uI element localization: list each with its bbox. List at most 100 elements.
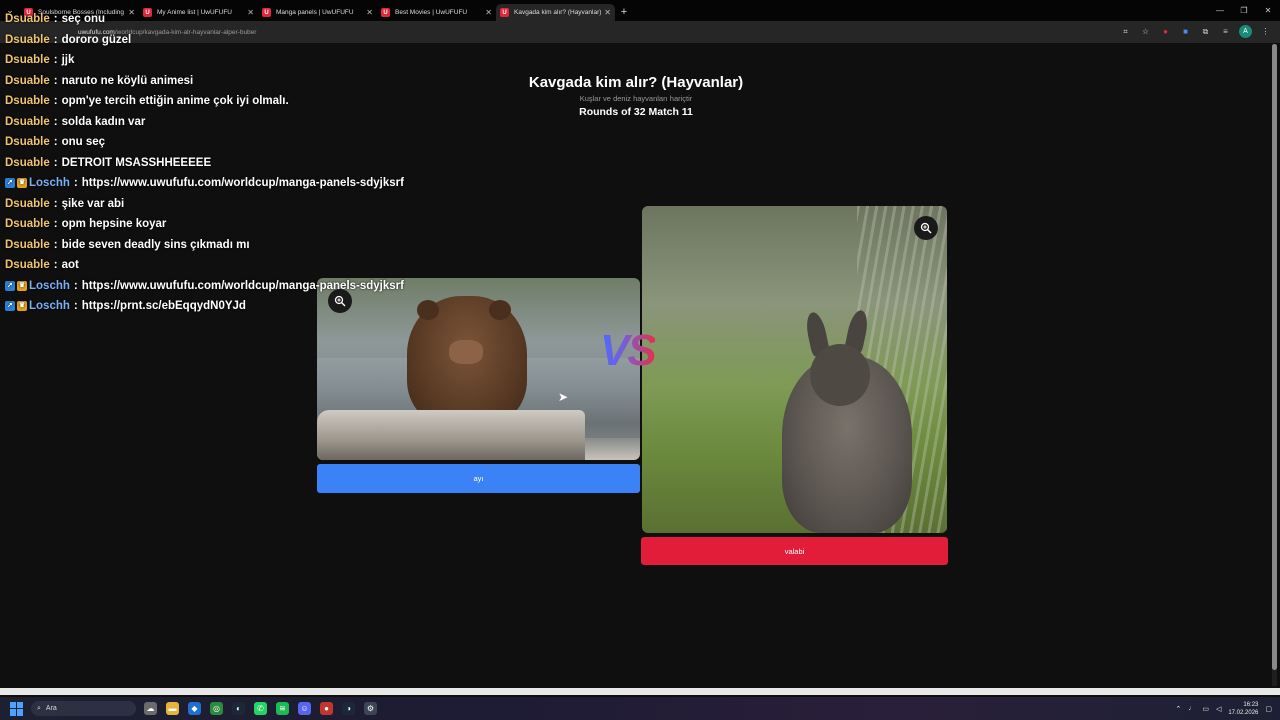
left-choice-button[interactable]: ayı — [317, 464, 640, 493]
page-subtitle: Kuşlar ve deniz hayvanları hariçtir — [579, 94, 693, 103]
spotify-icon[interactable]: ≋ — [276, 702, 289, 715]
widgets-icon[interactable]: ☁ — [144, 702, 157, 715]
media-icon[interactable]: ≡ — [1219, 25, 1232, 38]
taskbar: ⌕ Ara ☁ ▬ ◆ ◎ ◐ ✆ ≋ ☺ ● ◑ ⚙ ⌃ ♩ ▭ ◁ 16:2… — [0, 697, 1280, 720]
bear-ear — [417, 300, 439, 320]
bear-ear — [489, 300, 511, 320]
zoom-in-icon[interactable] — [914, 216, 938, 240]
round-indicator: Rounds of 32 Match 11 — [579, 106, 693, 118]
chat-message: Dsuable: jjk — [5, 50, 405, 71]
search-icon: ⌕ — [37, 704, 41, 712]
menu-kebab-icon[interactable]: ⋮ — [1259, 25, 1272, 38]
chat-author: Dsuable — [5, 156, 50, 169]
chat-text: https://www.uwufufu.com/worldcup/manga-p… — [81, 279, 404, 292]
store-icon[interactable]: ◆ — [188, 702, 201, 715]
tab-title: Kavgada kim alır? (Hayvanlar) | — [514, 9, 602, 16]
chat-message: Dsuable: naruto ne köylü animesi — [5, 71, 405, 92]
bookmark-star-icon[interactable]: ☆ — [1139, 25, 1152, 38]
extensions-puzzle-icon[interactable]: ⧉ — [1199, 25, 1212, 38]
chat-separator: : — [53, 197, 58, 210]
chat-text: bide seven deadly sins çıkmadı mı — [61, 238, 250, 251]
whatsapp-icon[interactable]: ✆ — [254, 702, 267, 715]
prime-badge-icon: ➚ — [5, 178, 15, 189]
horizontal-scrollbar[interactable] — [0, 688, 1280, 695]
chat-separator: : — [53, 13, 58, 26]
taskbar-search[interactable]: ⌕ Ara — [31, 701, 136, 716]
scrollbar-thumb[interactable] — [1272, 44, 1277, 670]
windows-start-icon[interactable] — [10, 701, 24, 716]
tab-close-icon[interactable]: ✕ — [485, 8, 492, 17]
tab-close-icon[interactable]: ✕ — [604, 8, 611, 17]
microphone-icon[interactable]: ♩ — [1188, 705, 1195, 712]
minimize-icon[interactable]: — — [1208, 0, 1232, 21]
bear-snout — [449, 340, 483, 364]
browser-tab[interactable]: U Kavgada kim alır? (Hayvanlar) | ✕ — [496, 4, 615, 21]
extension-icon[interactable]: ■ — [1179, 25, 1192, 38]
chat-message: Dsuable: DETROIT MSASSHHEEEEE — [5, 153, 405, 174]
tab-title: Best Movies | UwUFUFU — [395, 9, 468, 16]
chat-separator: : — [53, 74, 58, 87]
chat-author: Loschh — [29, 279, 70, 292]
chat-separator: : — [53, 95, 58, 108]
close-icon[interactable]: ✕ — [1256, 0, 1280, 21]
chat-separator: : — [53, 156, 58, 169]
clock-time: 16:23 — [1243, 701, 1259, 708]
chat-separator: : — [53, 259, 58, 272]
clock[interactable]: 16:23 17.02.2026 — [1228, 701, 1258, 717]
new-tab-button[interactable]: + — [615, 6, 633, 18]
chevron-up-icon[interactable]: ⌃ — [1175, 705, 1181, 713]
chat-author: Dsuable — [5, 13, 50, 26]
translate-icon[interactable]: ⌗ — [1119, 25, 1132, 38]
clock-date: 17.02.2026 — [1228, 709, 1259, 716]
chat-message: Dsuable: şike var abi — [5, 194, 405, 215]
subscriber-badge-icon: ♛ — [17, 301, 27, 312]
chat-text: şike var abi — [61, 197, 125, 210]
page-title: Kavgada kim alır? (Hayvanlar) — [528, 74, 744, 91]
chat-overlay: Dsuable: seç onu Dsuable: dororo güzel Dsuab… — [5, 9, 405, 317]
chat-message: Dsuable: opm'ye tercih ettiğin anime çok … — [5, 91, 405, 112]
chat-message: Dsuable: aot — [5, 255, 405, 276]
steam-icon[interactable]: ◐ — [232, 702, 245, 715]
chat-text: DETROIT MSASSHHEEEEE — [61, 156, 212, 169]
right-choice-image[interactable] — [642, 206, 947, 533]
chrome-icon[interactable]: ◎ — [210, 702, 223, 715]
chat-message: Dsuable: onu seç — [5, 132, 405, 153]
discord-icon[interactable]: ☺ — [298, 702, 311, 715]
chat-author: Loschh — [29, 300, 70, 313]
chat-author: Dsuable — [5, 259, 50, 272]
window-controls: — ❐ ✕ — [1208, 0, 1280, 21]
mouse-cursor-icon: ➤ — [558, 390, 569, 404]
chat-text: opm'ye tercih ettiğin anime çok iyi olma… — [61, 95, 289, 108]
obs-icon[interactable]: ● — [320, 702, 333, 715]
chat-message: ➚ ♛ Loschh: https://www.uwufufu.com/worldcu… — [5, 173, 405, 194]
chat-separator: : — [53, 33, 58, 46]
chat-separator: : — [73, 177, 78, 190]
chat-separator: : — [53, 136, 58, 149]
prime-badge-icon: ➚ — [5, 280, 15, 291]
chat-author: Dsuable — [5, 197, 50, 210]
browser-toolbar: ⌗ ☆ ● ■ ⧉ ≡ A ⋮ — [1119, 25, 1272, 38]
chat-message: ➚ ♛ Loschh: https://www.uwufufu.com/worldcu… — [5, 276, 405, 297]
right-choice-button[interactable]: valabi — [641, 537, 948, 565]
network-icon[interactable]: ▭ — [1202, 705, 1209, 713]
volume-icon[interactable]: ◁ — [1216, 705, 1221, 713]
notification-icon[interactable]: ▢ — [1265, 705, 1272, 713]
maximize-icon[interactable]: ❐ — [1232, 0, 1256, 21]
profile-avatar-icon[interactable]: A — [1239, 25, 1252, 38]
chat-text: solda kadın var — [61, 115, 146, 128]
steam-icon[interactable]: ◑ — [342, 702, 355, 715]
vertical-scrollbar[interactable] — [1272, 44, 1277, 686]
search-placeholder: Ara — [45, 705, 57, 712]
chat-text: opm hepsine koyar — [61, 218, 167, 231]
extension-icon[interactable]: ● — [1159, 25, 1172, 38]
chat-author: Loschh — [29, 177, 70, 190]
image-log — [317, 410, 585, 460]
system-tray: ⌃ ♩ ▭ ◁ 16:23 17.02.2026 ▢ — [1175, 697, 1272, 720]
file-explorer-icon[interactable]: ▬ — [166, 702, 179, 715]
chat-message: Dsuable: bide seven deadly sins çıkmadı m… — [5, 235, 405, 256]
chat-text: https://www.uwufufu.com/worldcup/manga-p… — [81, 177, 404, 190]
settings-gear-icon[interactable]: ⚙ — [364, 702, 377, 715]
taskbar-apps: ☁ ▬ ◆ ◎ ◐ ✆ ≋ ☺ ● ◑ ⚙ — [144, 702, 377, 715]
chat-message: Dsuable: dororo güzel — [5, 30, 405, 51]
prime-badge-icon: ➚ — [5, 301, 15, 312]
